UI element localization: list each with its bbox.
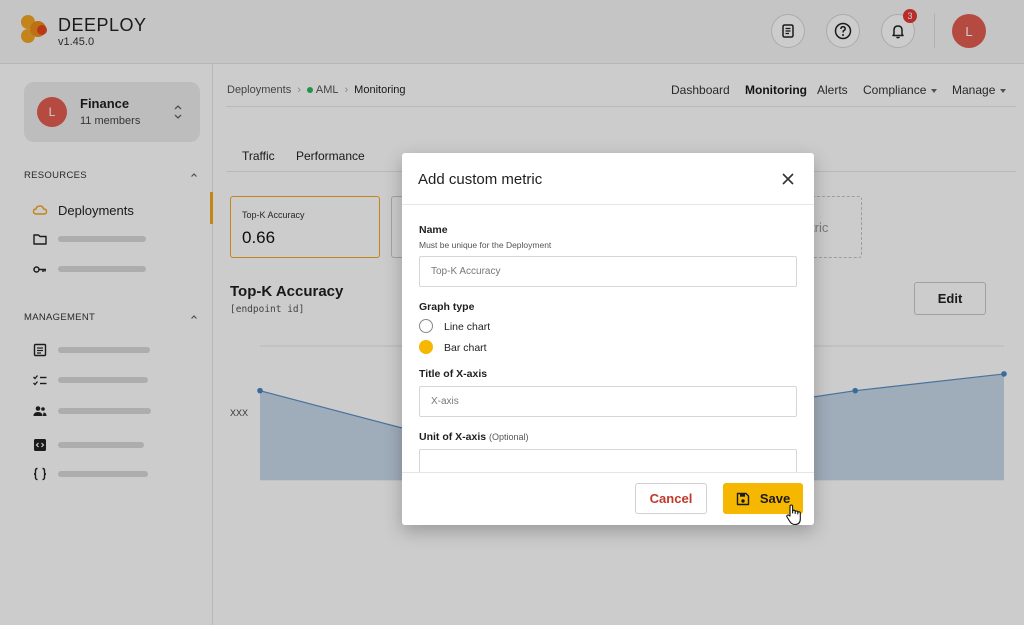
- name-label: Name: [419, 224, 448, 236]
- radio-line-chart[interactable]: [419, 319, 433, 333]
- dialog-header-divider: [402, 204, 814, 205]
- radio-bar-chart[interactable]: [419, 340, 433, 354]
- cancel-button[interactable]: Cancel: [635, 483, 707, 514]
- optional-hint: (Optional): [489, 432, 529, 442]
- x-axis-unit-label: Unit of X-axis (Optional): [419, 431, 529, 443]
- dialog-title: Add custom metric: [418, 171, 543, 188]
- x-axis-title-label: Title of X-axis: [419, 368, 488, 380]
- x-axis-title-input[interactable]: [419, 386, 797, 417]
- name-help-text: Must be unique for the Deployment: [419, 240, 552, 250]
- graph-type-label: Graph type: [419, 301, 475, 313]
- line-chart-label[interactable]: Line chart: [444, 321, 490, 333]
- x-axis-unit-label-text: Unit of X-axis: [419, 431, 487, 443]
- name-input[interactable]: [419, 256, 797, 287]
- save-icon: [736, 492, 750, 505]
- hand-cursor-icon: [786, 504, 801, 526]
- add-custom-metric-dialog: Add custom metric Name Must be unique fo…: [402, 153, 814, 525]
- bar-chart-label[interactable]: Bar chart: [444, 342, 487, 354]
- close-icon[interactable]: [780, 171, 796, 187]
